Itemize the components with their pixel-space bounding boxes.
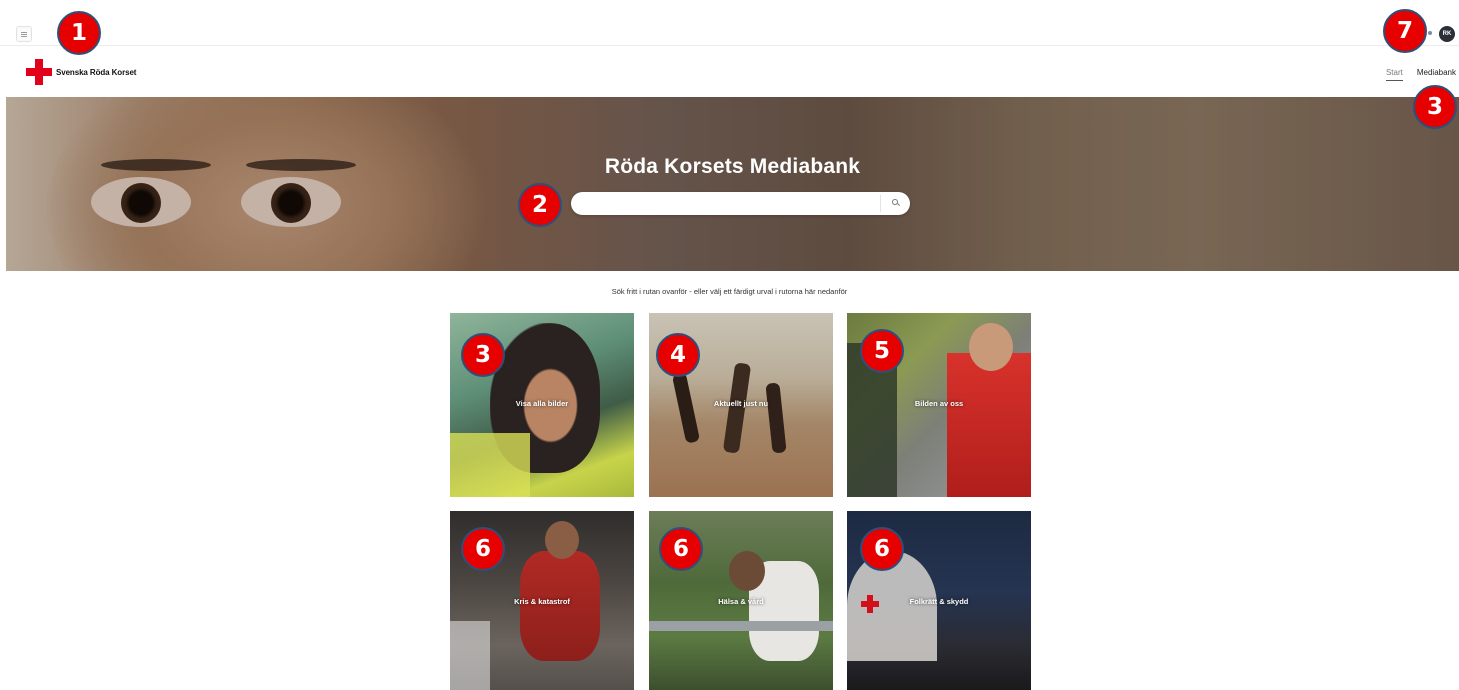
notification-dot <box>1428 31 1432 35</box>
tile-label: Folkrätt & skydd <box>909 597 969 606</box>
hero-overlay <box>6 97 1459 271</box>
hero-banner: Röda Korsets Mediabank <box>6 97 1459 271</box>
tile-photo-figure <box>520 551 600 661</box>
tile-photo-face <box>969 323 1013 371</box>
logo-text: Svenska Röda Korset <box>56 67 137 77</box>
tile-photo-face <box>545 521 579 559</box>
menu-button[interactable] <box>16 26 32 42</box>
tile-photo-figure <box>765 382 787 454</box>
tile-photo-figure <box>671 372 701 444</box>
tile-label: Kris & katastrof <box>514 597 570 606</box>
tile-photo-vest <box>947 353 1031 497</box>
annotation-badge: 6 <box>461 527 505 571</box>
search-divider <box>880 195 881 212</box>
tile-photo-face <box>729 551 765 591</box>
annotation-badge: 3 <box>461 333 505 377</box>
tile-photo-figure <box>722 362 752 454</box>
search-button[interactable] <box>882 192 910 215</box>
search-box <box>571 192 910 215</box>
nav-start[interactable]: Start <box>1385 68 1403 81</box>
tile-photo-detail <box>450 433 530 497</box>
annotation-badge: 1 <box>57 11 101 55</box>
annotation-badge: 3 <box>1413 85 1457 129</box>
annotation-badge: 6 <box>659 527 703 571</box>
tile-label: Aktuellt just nu <box>713 399 769 408</box>
hamburger-icon <box>21 31 27 37</box>
page: RK Svenska Röda Korset Start Mediabank R… <box>0 0 1459 690</box>
main-nav: Start Mediabank <box>1385 68 1456 81</box>
tile-photo-detail <box>450 621 490 690</box>
annotation-badge: 4 <box>656 333 700 377</box>
annotation-badge: 5 <box>860 329 904 373</box>
search-hint: Sök fritt i rutan ovanför - eller välj e… <box>611 287 848 296</box>
tile-photo-pipe <box>649 621 833 631</box>
red-cross-logo-icon <box>26 59 52 85</box>
site-header: Svenska Röda Korset Start Mediabank <box>0 47 1459 97</box>
annotation-badge: 7 <box>1383 9 1427 53</box>
tile-label: Visa alla bilder <box>515 399 569 408</box>
tile-label: Hälsa & vård <box>718 597 764 606</box>
nav-mediabank[interactable]: Mediabank <box>1417 68 1456 81</box>
search-icon-handle <box>897 203 900 207</box>
page-title: Röda Korsets Mediabank <box>604 155 861 178</box>
annotation-badge: 6 <box>860 527 904 571</box>
tile-label: Bilden av oss <box>914 399 964 408</box>
annotation-badge: 2 <box>518 183 562 227</box>
top-bar: RK <box>0 0 1459 46</box>
logo[interactable]: Svenska Röda Korset <box>26 59 136 85</box>
search-input[interactable] <box>581 196 871 211</box>
user-avatar[interactable]: RK <box>1439 26 1455 42</box>
